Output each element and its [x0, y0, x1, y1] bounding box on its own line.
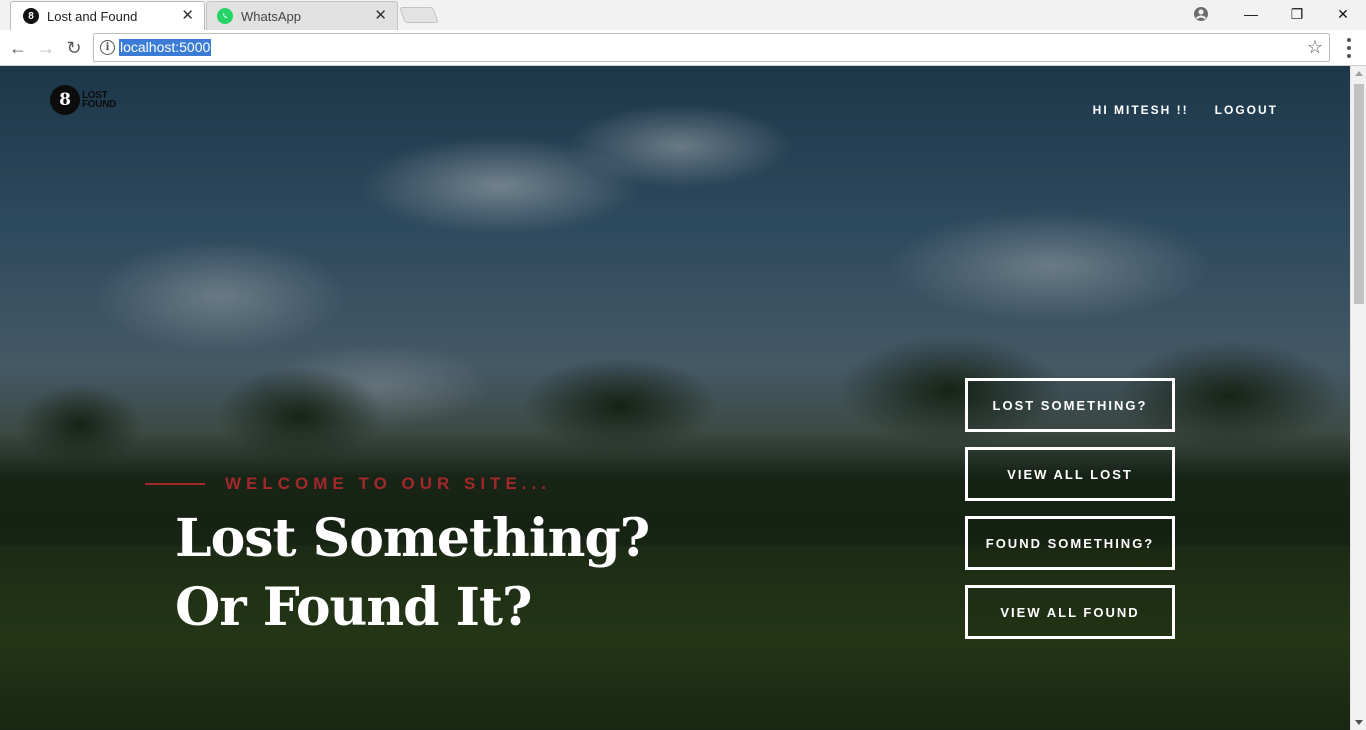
action-buttons: LOST SOMETHING? VIEW ALL LOST FOUND SOME… — [965, 378, 1175, 654]
welcome-row: WELCOME TO OUR SITE... — [145, 474, 551, 494]
tab-title: WhatsApp — [241, 8, 301, 24]
close-icon[interactable]: ✕ — [181, 8, 194, 24]
new-tab-button[interactable] — [399, 7, 439, 23]
tab-title: Lost and Found — [47, 8, 138, 24]
reload-icon[interactable]: ↻ — [63, 37, 85, 59]
restore-button[interactable]: ❐ — [1274, 0, 1320, 28]
scroll-down-arrow-icon[interactable] — [1355, 720, 1363, 725]
scroll-thumb[interactable] — [1354, 84, 1364, 304]
user-greeting-link[interactable]: HI MITESH !! — [1093, 103, 1189, 117]
browser-tab-strip: 8 Lost and Found ✕ WhatsApp ✕ — ❐ ✕ — [0, 0, 1366, 30]
minimize-button[interactable]: — — [1228, 0, 1274, 28]
hero-headline: Lost Something? Or Found It? — [175, 504, 650, 642]
accent-divider — [145, 483, 205, 485]
tab-whatsapp[interactable]: WhatsApp ✕ — [206, 1, 398, 30]
page-scrollbar[interactable] — [1350, 66, 1366, 730]
bookmark-star-icon[interactable]: ☆ — [1307, 37, 1323, 58]
url-text[interactable]: localhost:5000 — [119, 39, 212, 56]
tab-lost-and-found[interactable]: 8 Lost and Found ✕ — [10, 1, 205, 30]
close-icon[interactable]: ✕ — [374, 8, 387, 24]
logout-link[interactable]: LOGOUT — [1215, 103, 1278, 117]
browser-toolbar: ← → ↻ i localhost:5000 ☆ — [0, 30, 1366, 66]
site-logo[interactable]: 8 LOST FOUND — [50, 85, 116, 115]
forward-arrow-icon[interactable]: → — [35, 37, 57, 59]
address-bar[interactable]: i localhost:5000 ☆ — [93, 33, 1330, 62]
page-viewport: 8 LOST FOUND HI MITESH !! LOGOUT WELCOME… — [0, 66, 1350, 730]
logo-line-2: FOUND — [82, 99, 117, 110]
top-nav: HI MITESH !! LOGOUT — [1093, 103, 1278, 117]
profile-icon[interactable] — [1193, 6, 1209, 22]
browser-menu-icon[interactable] — [1341, 38, 1357, 58]
lost-found-logo-icon: 8 — [23, 8, 39, 24]
lost-something-button[interactable]: LOST SOMETHING? — [965, 378, 1175, 432]
view-all-lost-button[interactable]: VIEW ALL LOST — [965, 447, 1175, 501]
welcome-text: WELCOME TO OUR SITE... — [225, 474, 551, 493]
found-something-button[interactable]: FOUND SOMETHING? — [965, 516, 1175, 570]
headline-line-1: Lost Something? — [175, 508, 650, 569]
logo-mark: 8 — [50, 85, 80, 115]
window-controls: — ❐ ✕ — [1228, 0, 1366, 28]
back-arrow-icon[interactable]: ← — [7, 37, 29, 59]
headline-line-2: Or Found It? — [175, 577, 532, 638]
close-window-button[interactable]: ✕ — [1320, 0, 1366, 28]
scroll-up-arrow-icon[interactable] — [1355, 71, 1363, 76]
view-all-found-button[interactable]: VIEW ALL FOUND — [965, 585, 1175, 639]
whatsapp-icon — [217, 8, 233, 24]
logo-text: LOST FOUND — [82, 91, 117, 110]
info-icon[interactable]: i — [100, 40, 115, 55]
